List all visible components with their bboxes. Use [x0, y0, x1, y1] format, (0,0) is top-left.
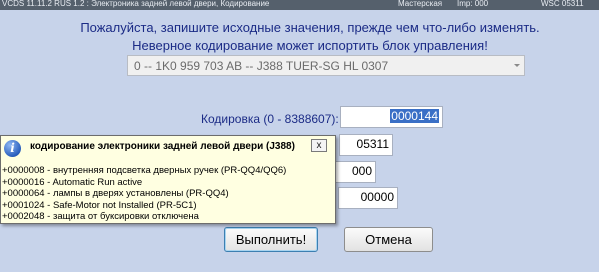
tooltip-line: +0001024 - Safe-Motor not Installed (PR-…	[2, 199, 197, 211]
extra-input[interactable]: 00000	[338, 187, 398, 209]
status-label: Мастерская	[398, 0, 443, 8]
wsc-label: WSC 05311	[541, 0, 584, 8]
tooltip-line: +0000064 - лампы в дверях установлены (P…	[2, 188, 229, 200]
controller-select-value: 0 -- 1K0 959 703 AB -- J388 TUER-SG HL 0…	[134, 59, 389, 73]
tooltip-line: +0000016 - Automatic Run active	[2, 176, 143, 188]
coding-label: Кодировка (0 - 8388607):	[201, 112, 339, 126]
cancel-button[interactable]: Отмена	[344, 227, 433, 252]
coding-help-tooltip: i кодирование электроники задней левой д…	[0, 135, 336, 224]
tooltip-title: кодирование электроники задней левой две…	[30, 141, 295, 152]
tooltip-lines: +0000008 - внутренняя подсветка дверных …	[2, 165, 286, 223]
imp-label: Imp: 000	[457, 0, 489, 8]
info-icon: i	[4, 140, 21, 157]
close-icon[interactable]: x	[311, 139, 327, 152]
warning-message-line2: Неверное кодирование может испортить бло…	[132, 38, 488, 53]
execute-button[interactable]: Выполнить!	[224, 227, 318, 252]
controller-select[interactable]: 0 -- 1K0 959 703 AB -- J388 TUER-SG HL 0…	[127, 55, 525, 76]
tooltip-line: +0000008 - внутренняя подсветка дверных …	[2, 165, 287, 176]
window-titlebar: VCDS 11.11.2 RUS 1.2 : Электроника задне…	[0, 0, 599, 10]
coding-input-value: 0000144	[390, 109, 439, 123]
window-title: VCDS 11.11.2 RUS 1.2 : Электроника задне…	[2, 0, 270, 8]
warning-message-line1: Пожалуйста, запишите исходные значения, …	[80, 20, 540, 35]
tooltip-line: +0002048 - защита от буксировки отключен…	[2, 211, 199, 223]
coding-input[interactable]: 0000144	[340, 106, 443, 128]
wsc-input[interactable]: 05311	[339, 134, 393, 156]
chevron-down-icon	[514, 64, 520, 67]
